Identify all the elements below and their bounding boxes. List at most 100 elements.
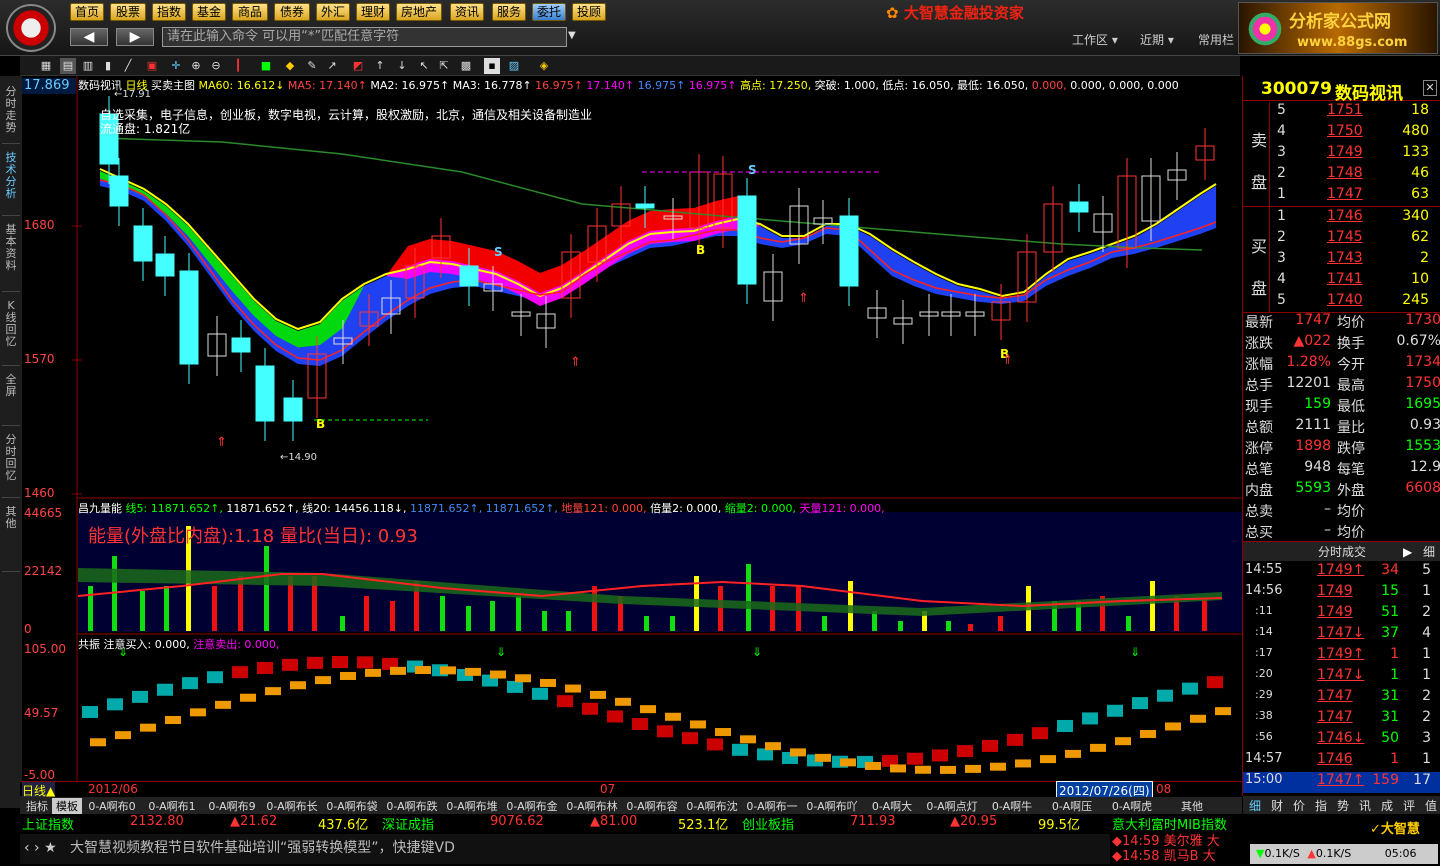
index-name[interactable]: 上证指数 (22, 814, 74, 833)
menu-5[interactable]: 债券 (274, 3, 310, 21)
indicator-tab-18[interactable]: 0-A啊压 (1042, 798, 1102, 814)
left-tab-3[interactable]: K线回忆 (2, 296, 20, 366)
menu-2[interactable]: 指数 (152, 3, 186, 21)
export-icon[interactable]: ▣ (144, 58, 160, 74)
indicator-icon[interactable]: ■ (258, 58, 274, 74)
app-logo[interactable] (6, 4, 56, 52)
news-item[interactable]: ◆14:59 美尔雅 大 (1112, 834, 1242, 849)
menu-8[interactable]: 房地产 (396, 3, 442, 21)
indicator-tab-7[interactable]: 0-A啊布跌 (382, 798, 442, 814)
back-button[interactable]: ◀ (70, 28, 108, 46)
zoom-in-icon[interactable]: ⊕ (188, 58, 204, 74)
tick-row[interactable]: :20 1747↓ 1 1 (1243, 667, 1440, 688)
menu-11[interactable]: 委托 (532, 3, 566, 21)
indicator-tab-4[interactable]: 0-A啊布9 (202, 798, 262, 814)
quote-tab-8[interactable]: 值 (1421, 797, 1440, 814)
ticks-detail-button[interactable]: 细 (1423, 542, 1435, 562)
quote-tab-4[interactable]: 势 (1333, 797, 1353, 814)
left-tab-1[interactable]: 技术分析 (2, 148, 20, 216)
menu-7[interactable]: 理财 (356, 3, 390, 21)
pencil-icon[interactable]: ✎ (304, 58, 320, 74)
tick-row[interactable]: 14:55 1749↑ 34 5 (1243, 562, 1440, 583)
tick-row[interactable]: :56 1746↓ 50 3 (1243, 730, 1440, 751)
tick-row[interactable]: :38 1747 31 2 (1243, 709, 1440, 730)
ruler-icon[interactable]: ↖ (416, 58, 432, 74)
bid-row[interactable]: 1 1746 340 (1243, 208, 1440, 229)
command-dropdown-icon[interactable]: ▼ (568, 30, 576, 41)
menu-4[interactable]: 商品 (232, 3, 268, 21)
indicator-tab-5[interactable]: 0-A啊布长 (262, 798, 322, 814)
left-tab-0[interactable]: 分时走势 (2, 82, 20, 144)
quote-tab-6[interactable]: 成 (1377, 797, 1397, 814)
index-name[interactable]: 创业板指 (742, 814, 794, 833)
line-tool-icon[interactable]: ↗ (324, 58, 340, 74)
calc-icon[interactable]: ▩ (458, 58, 474, 74)
recent-menu[interactable]: 近期 ▾ (1140, 31, 1174, 48)
left-tab-4[interactable]: 全屏 (2, 370, 20, 426)
indicator-tab-3[interactable]: 0-A啊布1 (142, 798, 202, 814)
warn-icon[interactable]: ◆ (282, 58, 298, 74)
forward-button[interactable]: ▶ (116, 28, 154, 46)
workspace-menu[interactable]: 工作区 ▾ (1072, 31, 1118, 48)
ad-banner[interactable]: 分析家公式网 www.88gs.com (1238, 2, 1438, 54)
menu-12[interactable]: 投顾 (572, 3, 606, 21)
indicator-tab-11[interactable]: 0-A啊布容 (622, 798, 682, 814)
indicator-tab-15[interactable]: 0-A啊大 (862, 798, 922, 814)
crosshair-icon[interactable]: ✛ (168, 58, 184, 74)
news-list[interactable]: ◆14:59 美尔雅 大 ◆14:58 凯马B 大 (1112, 834, 1242, 866)
indicator-tab-16[interactable]: 0-A啊点灯 (922, 798, 982, 814)
indicator-tab-0[interactable]: 指标 (22, 798, 52, 814)
command-input[interactable]: 请在此输入命令 可以用“*”匹配任意字符 (162, 27, 567, 47)
menu-10[interactable]: 服务 (492, 3, 526, 21)
bid-row[interactable]: 5 1740 245 (1243, 292, 1440, 313)
indicator-tab-13[interactable]: 0-A啊布一 (742, 798, 802, 814)
menu-3[interactable]: 基金 (192, 3, 226, 21)
common-bar-menu[interactable]: 常用栏 (1198, 31, 1234, 48)
candle-icon[interactable]: ▮ (100, 58, 116, 74)
indicator-tab-10[interactable]: 0-A啊布林 (562, 798, 622, 814)
chart-area[interactable]: 17.869 数码视讯 日线 买卖主图 MA60: 16.612↓ MA5: 1… (22, 76, 1242, 782)
kline-chart[interactable]: BBBSS⇑⇑⇑⇑⇓ ⇓ ⇓ ⇓ (22, 76, 1242, 781)
bid-row[interactable]: 3 1743 2 (1243, 250, 1440, 271)
ask-row[interactable]: 5 1751 18 (1243, 102, 1440, 123)
bar-icon[interactable]: ▥ (80, 58, 96, 74)
ask-row[interactable]: 3 1749 133 (1243, 144, 1440, 165)
menu-1[interactable]: 股票 (110, 3, 146, 21)
tick-row[interactable]: :11 1749 51 2 (1243, 604, 1440, 625)
tick-row[interactable]: :29 1747 31 2 (1243, 688, 1440, 709)
menu-9[interactable]: 资讯 (450, 3, 484, 21)
close-icon[interactable]: ✕ (1423, 80, 1437, 96)
left-tab-6[interactable]: 其他 (2, 502, 20, 572)
tick-row[interactable]: 14:56 1749 15 1 (1243, 583, 1440, 604)
indicator-tab-8[interactable]: 0-A啊布堆 (442, 798, 502, 814)
ask-row[interactable]: 2 1748 46 (1243, 165, 1440, 186)
quote-tab-5[interactable]: 讯 (1355, 797, 1375, 814)
indicator-tab-20[interactable]: 其他 (1162, 798, 1222, 814)
news-ticker[interactable]: ‹ › ★ 大智慧视频教程节目软件基础培训“强弱转换模型”，快捷键VD (20, 834, 1110, 864)
tick-row[interactable]: 15:00 1747↑ 159 17 (1243, 772, 1440, 793)
quote-tab-3[interactable]: 指 (1311, 797, 1331, 814)
zoom-out-icon[interactable]: ⊖ (208, 58, 224, 74)
quote-tab-2[interactable]: 价 (1289, 797, 1309, 814)
left-tab-2[interactable]: 基本资料 (2, 220, 20, 292)
indicator-tab-9[interactable]: 0-A啊布金 (502, 798, 562, 814)
index-name[interactable]: 深证成指 (382, 814, 434, 833)
news-item[interactable]: ◆14:58 凯马B 大 (1112, 849, 1242, 864)
select-icon[interactable]: ⇱ (436, 58, 452, 74)
indicator-tab-17[interactable]: 0-A啊牛 (982, 798, 1042, 814)
ask-row[interactable]: 4 1750 480 (1243, 123, 1440, 144)
info-icon[interactable]: ▪ (484, 58, 500, 74)
draw-icon[interactable]: ┃ (230, 58, 246, 74)
ticker-arrows-icon[interactable]: ‹ › ★ (24, 834, 57, 862)
indicator-tab-19[interactable]: 0-A啊虎 (1102, 798, 1162, 814)
quote-tab-0[interactable]: 细 (1245, 797, 1265, 814)
kline-icon[interactable]: ▤ (60, 58, 76, 74)
menu-0[interactable]: 首页 (70, 3, 104, 21)
menu-6[interactable]: 外汇 (316, 3, 350, 21)
diamond-icon[interactable]: ◈ (536, 58, 552, 74)
quote-tab-1[interactable]: 财 (1267, 797, 1287, 814)
tick-row[interactable]: 14:57 1746 1 1 (1243, 751, 1440, 772)
arrow-down-icon[interactable]: ↓ (394, 58, 410, 74)
indicator-tab-12[interactable]: 0-A啊布沈 (682, 798, 742, 814)
indicator-tab-14[interactable]: 0-A啊布吖 (802, 798, 862, 814)
